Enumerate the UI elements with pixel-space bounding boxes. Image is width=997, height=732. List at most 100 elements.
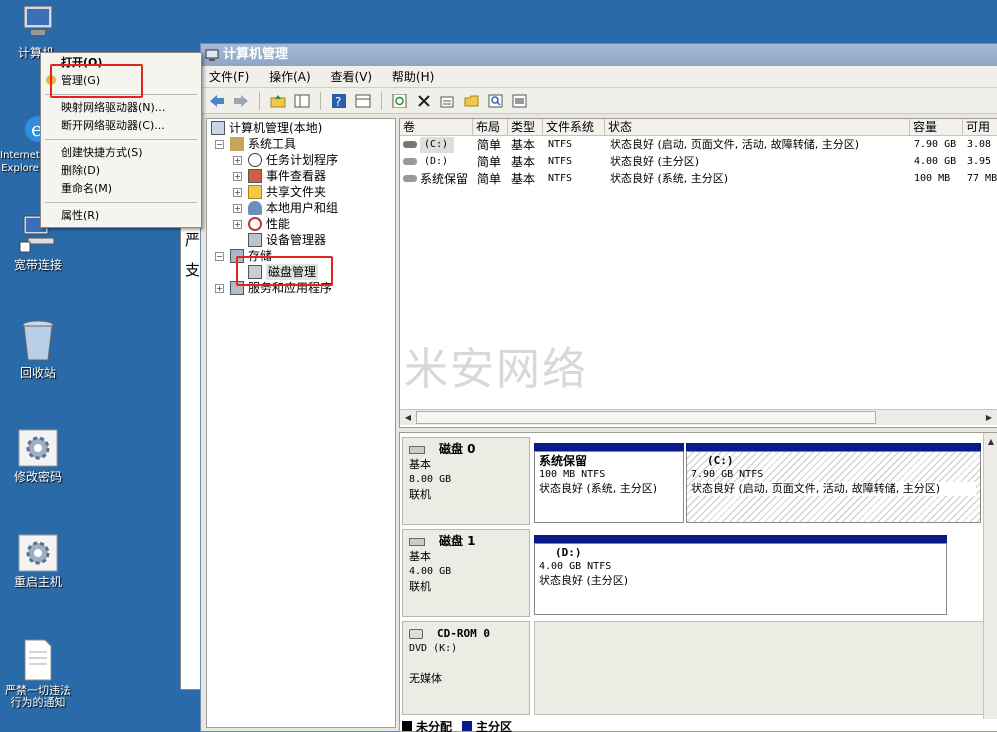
tree-item-task-scheduler[interactable]: + 任务计划程序 [233,152,338,168]
help-icon: ? [332,93,346,108]
desktop-icon-label: 重启主机 [13,575,62,589]
menu-item-map-drive[interactable]: 映射网络驱动器(N)... [61,100,165,116]
partition-c[interactable]: (C:) 7.90 GB NTFS 状态良好 (启动, 页面文件, 活动, 故障… [686,451,981,523]
tree-item-label: 系统工具 [248,137,297,151]
scrollbar-thumb[interactable] [416,411,876,424]
menu-help[interactable]: 帮助(H) [392,70,434,84]
column-header-volume[interactable]: 卷 [400,119,473,135]
column-header-capacity[interactable]: 容量 [910,119,963,135]
expand-toggle[interactable]: + [233,219,242,229]
disk-icon [409,445,425,454]
watermark-text: 米安网络 [404,344,588,395]
disk-1-label[interactable]: 磁盘 1 基本 4.00 GB 联机 [402,529,530,617]
search-button[interactable] [486,91,506,111]
refresh-button[interactable] [390,91,410,111]
gear-icon [18,429,58,467]
menu-view[interactable]: 查看(V) [331,70,373,84]
volume-capacity: 7.90 GB [914,139,957,150]
console-view-icon [355,94,371,107]
menu-separator [45,202,197,203]
desktop-icon-restart[interactable]: 重启主机 [0,533,76,589]
search-icon [488,94,503,107]
partition-system-reserved[interactable]: 系统保留 100 MB NTFS 状态良好 (系统, 主分区) [534,451,684,523]
collapse-toggle[interactable]: − [215,139,224,149]
volume-capacity: 100 MB [914,173,951,184]
expand-toggle[interactable]: + [233,203,242,213]
menu-separator [45,139,197,140]
toolbar: ? [201,88,997,114]
menu-item-create-shortcut[interactable]: 创建快捷方式(S) [61,145,143,161]
desktop-icon-change-password[interactable]: 修改密码 [0,428,76,484]
desktop-icon-recycle-bin[interactable]: 回收站 [0,318,76,380]
column-header-free[interactable]: 可用空 [963,119,997,135]
console-view-button[interactable] [353,91,373,111]
open-folder-button[interactable] [462,91,482,111]
delete-button[interactable] [414,91,434,111]
back-button[interactable] [207,91,227,111]
clock-icon [248,153,262,167]
partition-status: 状态良好 (主分区) [539,574,629,587]
volume-type: 基本 [511,172,536,186]
cdrom-empty-area [534,621,984,715]
volume-fs: NTFS [548,173,573,184]
shared-folder-icon [248,185,262,199]
tree-item-label: 性能 [266,217,291,231]
expand-toggle[interactable]: + [215,283,224,293]
column-header-layout[interactable]: 布局 [473,119,508,135]
menu-item-rename[interactable]: 重命名(M) [61,181,112,197]
disk-properties-button[interactable] [510,91,530,111]
tree-item-system-tools[interactable]: − 系统工具 [215,136,296,152]
legend-label: 未分配 [416,719,453,732]
tree-item-event-viewer[interactable]: + 事件查看器 [233,168,326,184]
properties-button[interactable] [438,91,458,111]
forward-button[interactable] [231,91,251,111]
desktop-icon-notice[interactable]: 严禁一切违法行为的通知 [0,638,76,709]
forward-arrow-icon [234,94,248,107]
volume-row[interactable]: (D:) 简单 基本 NTFS 状态良好 (主分区) 4.00 GB 3.95 [400,154,997,170]
help-button[interactable]: ? [329,91,349,111]
computer-mgmt-icon [211,121,225,135]
expand-toggle[interactable]: + [233,171,242,181]
volume-type: 基本 [511,155,536,169]
menu-item-disconnect-drive[interactable]: 断开网络驱动器(C)... [61,118,165,134]
horizontal-scrollbar[interactable]: ◀ ▶ [400,409,997,425]
menu-file[interactable]: 文件(F) [209,70,249,84]
menu-item-delete[interactable]: 删除(D) [61,163,100,179]
volume-row[interactable]: 系统保留 简单 基本 NTFS 状态良好 (系统, 主分区) 100 MB 77… [400,171,997,187]
expand-toggle[interactable]: + [233,155,242,165]
vertical-scrollbar[interactable]: ▲ [983,433,997,719]
partition-d[interactable]: (D:) 4.00 GB NTFS 状态良好 (主分区) [534,543,947,615]
tree-item-device-manager[interactable]: 设备管理器 [248,232,326,248]
disk-0-label[interactable]: 磁盘 0 基本 8.00 GB 联机 [402,437,530,525]
performance-icon [248,217,262,231]
show-hide-tree-button[interactable] [292,91,312,111]
tree-item-label: 设备管理器 [266,233,327,247]
volume-fs: NTFS [548,156,573,167]
console-tree-icon [294,94,310,107]
cdrom-0-label[interactable]: CD-ROM 0 DVD (K:) 无媒体 [402,621,530,715]
tree-item-local-users[interactable]: + 本地用户和组 [233,200,338,216]
up-level-button[interactable] [268,91,288,111]
column-header-type[interactable]: 类型 [508,119,543,135]
volume-free: 3.95 [967,156,992,167]
gear-icon [18,534,58,572]
tree-item-shared-folders[interactable]: + 共享文件夹 [233,184,326,200]
refresh-icon [392,93,407,108]
tree-item-performance[interactable]: + 性能 [233,216,290,232]
disk-settings-icon [512,94,527,107]
column-header-status[interactable]: 状态 [605,119,910,135]
scroll-left-icon[interactable]: ◀ [401,411,415,424]
menu-item-properties[interactable]: 属性(R) [61,208,99,224]
collapse-toggle[interactable]: − [215,251,224,261]
scroll-up-icon[interactable]: ▲ [984,435,997,448]
menu-action[interactable]: 操作(A) [269,70,311,84]
partition-header-bar [686,443,981,451]
tree-item-computer-management[interactable]: 计算机管理(本地) [211,120,322,136]
scroll-right-icon[interactable]: ▶ [982,411,996,424]
tree-item-label: 共享文件夹 [266,185,327,199]
volume-row[interactable]: (C:) 简单 基本 NTFS 状态良好 (启动, 页面文件, 活动, 故障转储… [400,137,997,153]
expand-toggle[interactable]: + [233,187,242,197]
column-header-filesystem[interactable]: 文件系统 [543,119,605,135]
title-bar[interactable]: 计算机管理 [201,44,997,66]
tree-item-label: 事件查看器 [266,169,327,183]
